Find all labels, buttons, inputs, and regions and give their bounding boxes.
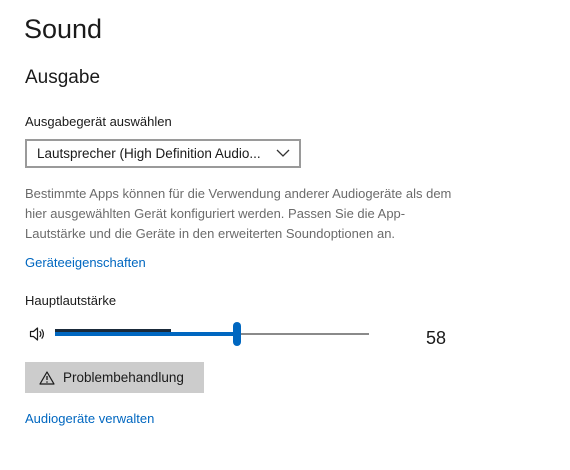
output-section-heading: Ausgabe	[25, 67, 101, 88]
troubleshoot-button[interactable]: Problembehandlung	[25, 362, 204, 393]
output-device-select[interactable]: Lautsprecher (High Definition Audio...	[25, 139, 301, 168]
page-title: Sound	[24, 14, 103, 44]
troubleshoot-button-label: Problembehandlung	[63, 370, 184, 385]
speaker-icon[interactable]	[29, 326, 47, 342]
volume-slider-fill	[55, 332, 237, 336]
master-volume-label: Hauptlautstärke	[25, 293, 117, 308]
master-volume-slider[interactable]	[55, 320, 369, 348]
manage-audio-devices-link[interactable]: Audiogeräte verwalten	[25, 411, 154, 426]
output-device-value: Lautsprecher (High Definition Audio...	[37, 146, 261, 161]
volume-slider-thumb[interactable]	[233, 322, 241, 346]
output-device-label: Ausgabegerät auswählen	[25, 114, 172, 129]
master-volume-value: 58	[426, 328, 447, 348]
chevron-down-icon	[276, 149, 290, 157]
warning-icon	[39, 370, 55, 385]
output-description: Bestimmte Apps können für die Verwendung…	[25, 186, 452, 241]
device-properties-link[interactable]: Geräteeigenschaften	[25, 255, 146, 270]
